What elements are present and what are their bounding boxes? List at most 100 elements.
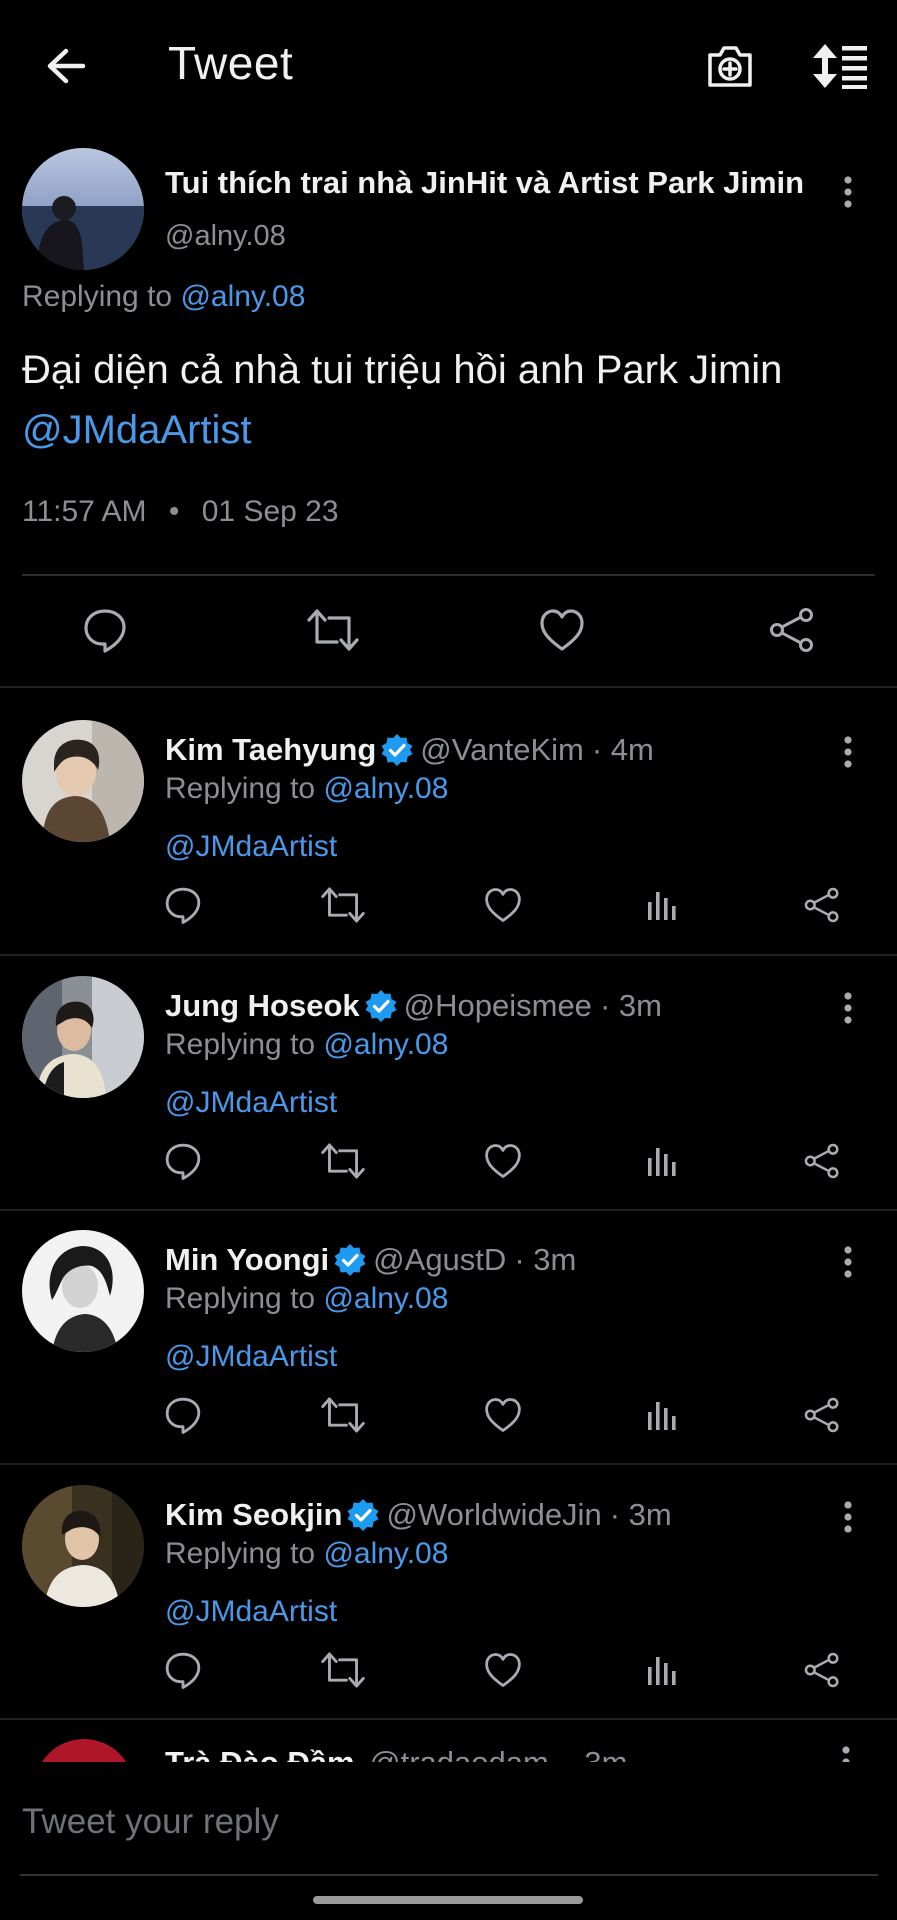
reply-time: · 4m xyxy=(591,732,654,767)
reply-author-handle[interactable]: @VanteKim xyxy=(420,732,584,768)
reply-tweet[interactable]: Kim Seokjin @WorldwideJin · 3m Replying … xyxy=(0,1477,897,1731)
reply-author-handle[interactable]: @AgustD xyxy=(373,1242,506,1278)
divider xyxy=(0,954,897,956)
reply-header: Jung Hoseok @Hopeismee · 3m xyxy=(165,988,662,1024)
reply-text[interactable]: @JMdaArtist xyxy=(165,830,337,864)
avatar[interactable] xyxy=(22,1230,144,1352)
divider xyxy=(0,1463,897,1465)
retweet-icon[interactable] xyxy=(303,600,363,660)
reply-author-handle[interactable]: @Hopeismee xyxy=(404,988,592,1024)
reply-author-name[interactable]: Jung Hoseok xyxy=(165,988,360,1024)
retweet-icon[interactable] xyxy=(318,880,368,930)
reply-time: · 3m xyxy=(599,988,662,1023)
avatar[interactable] xyxy=(22,1485,144,1607)
reply-header: Kim Seokjin @WorldwideJin · 3m xyxy=(165,1497,672,1533)
replying-to: Replying to @alny.08 xyxy=(22,280,305,314)
share-icon[interactable] xyxy=(797,1136,847,1186)
analytics-icon[interactable] xyxy=(637,880,687,930)
tweet-text: Đại diện cả nhà tui triệu hồi anh Park J… xyxy=(22,340,882,460)
reply-author-handle[interactable]: @WorldwideJin xyxy=(386,1497,601,1533)
author-handle[interactable]: @alny.08 xyxy=(165,220,286,253)
verified-badge-icon xyxy=(364,989,398,1023)
tweet-mention[interactable]: @JMdaArtist xyxy=(22,400,882,460)
analytics-icon[interactable] xyxy=(637,1390,687,1440)
reply-author-name[interactable]: Kim Seokjin xyxy=(165,1497,342,1533)
divider xyxy=(0,1209,897,1211)
retweet-icon[interactable] xyxy=(318,1390,368,1440)
reply-actions xyxy=(0,1136,897,1196)
back-arrow-icon[interactable] xyxy=(38,38,94,94)
reply-author-name[interactable]: Min Yoongi xyxy=(165,1242,329,1278)
sort-icon[interactable] xyxy=(810,36,870,96)
verified-badge-icon xyxy=(346,1498,380,1532)
replying-to-label: Replying to xyxy=(22,280,173,313)
retweet-icon[interactable] xyxy=(318,1645,368,1695)
replying-to: Replying to @alny.08 xyxy=(165,772,448,806)
replying-to: Replying to @alny.08 xyxy=(165,1028,448,1062)
analytics-icon[interactable] xyxy=(637,1136,687,1186)
verified-badge-icon xyxy=(333,1243,367,1277)
verified-badge-icon xyxy=(380,733,414,767)
avatar[interactable] xyxy=(22,976,144,1098)
tweet-timestamp: 11:57 AM • 01 Sep 23 xyxy=(22,495,339,529)
more-options-icon[interactable] xyxy=(833,1495,863,1539)
reply-tweet[interactable]: Kim Taehyung @VanteKim · 4m Replying to … xyxy=(0,712,897,966)
divider xyxy=(0,1718,897,1720)
input-underline xyxy=(20,1874,878,1876)
reply-text[interactable]: @JMdaArtist xyxy=(165,1340,337,1374)
like-icon[interactable] xyxy=(478,1645,528,1695)
like-icon[interactable] xyxy=(478,1136,528,1186)
share-icon[interactable] xyxy=(797,1645,847,1695)
top-bar: Tweet xyxy=(0,0,897,130)
reply-text[interactable]: @JMdaArtist xyxy=(165,1595,337,1629)
share-icon[interactable] xyxy=(797,1390,847,1440)
tweet-date: 01 Sep 23 xyxy=(201,495,339,528)
replying-to: Replying to @alny.08 xyxy=(165,1282,448,1316)
like-icon[interactable] xyxy=(478,1390,528,1440)
more-options-icon[interactable] xyxy=(833,730,863,774)
analytics-icon[interactable] xyxy=(637,1645,687,1695)
retweet-icon[interactable] xyxy=(318,1136,368,1186)
like-icon[interactable] xyxy=(532,600,592,660)
camera-icon[interactable] xyxy=(700,36,760,96)
replying-to-label: Replying to xyxy=(165,1282,316,1315)
avatar[interactable] xyxy=(22,148,144,270)
reply-header: Kim Taehyung @VanteKim · 4m xyxy=(165,732,654,768)
reply-icon[interactable] xyxy=(158,1136,208,1186)
reply-actions xyxy=(0,1645,897,1705)
replying-to-handle[interactable]: @alny.08 xyxy=(323,772,448,805)
reply-input[interactable] xyxy=(20,1792,880,1852)
reply-icon[interactable] xyxy=(158,1390,208,1440)
reply-tweet-partial[interactable]: Trà Đào Đầm @tradaodam · 3m xyxy=(0,1725,897,1765)
reply-tweet[interactable]: Jung Hoseok @Hopeismee · 3m Replying to … xyxy=(0,968,897,1222)
reply-header: Min Yoongi @AgustD · 3m xyxy=(165,1242,576,1278)
share-icon[interactable] xyxy=(797,880,847,930)
home-indicator[interactable] xyxy=(313,1896,583,1904)
reply-icon[interactable] xyxy=(158,1645,208,1695)
reply-actions xyxy=(0,880,897,940)
divider xyxy=(0,686,897,688)
share-icon[interactable] xyxy=(762,600,822,660)
more-options-icon[interactable] xyxy=(833,170,863,214)
replying-to-label: Replying to xyxy=(165,772,316,805)
replying-to-handle[interactable]: @alny.08 xyxy=(323,1537,448,1570)
more-options-icon[interactable] xyxy=(833,986,863,1030)
replying-to-handle[interactable]: @alny.08 xyxy=(323,1282,448,1315)
reply-text[interactable]: @JMdaArtist xyxy=(165,1086,337,1120)
replying-to-handle[interactable]: @alny.08 xyxy=(323,1028,448,1061)
reply-icon[interactable] xyxy=(75,600,135,660)
replying-to-label: Replying to xyxy=(165,1537,316,1570)
replying-to-handle[interactable]: @alny.08 xyxy=(180,280,305,313)
tweet-text-content: Đại diện cả nhà tui triệu hồi anh Park J… xyxy=(22,348,783,392)
like-icon[interactable] xyxy=(478,880,528,930)
reply-tweet[interactable]: Min Yoongi @AgustD · 3m Replying to @aln… xyxy=(0,1222,897,1476)
meta-separator: • xyxy=(168,495,180,528)
reply-icon[interactable] xyxy=(158,880,208,930)
author-name[interactable]: Tui thích trai nhà JinHit và Artist Park… xyxy=(165,165,804,201)
divider xyxy=(22,574,875,576)
page-title: Tweet xyxy=(168,37,294,89)
replying-to: Replying to @alny.08 xyxy=(165,1537,448,1571)
more-options-icon[interactable] xyxy=(833,1240,863,1284)
avatar[interactable] xyxy=(22,720,144,842)
reply-author-name[interactable]: Kim Taehyung xyxy=(165,732,376,768)
